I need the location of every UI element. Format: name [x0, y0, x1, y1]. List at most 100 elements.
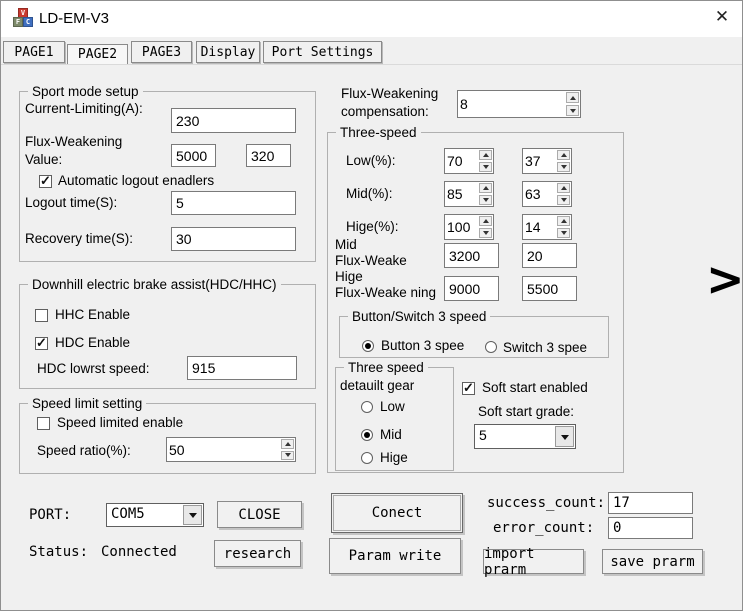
low-percent-label: Low(%): [346, 153, 396, 168]
spin-down-icon[interactable] [557, 228, 570, 238]
error-count-input[interactable] [608, 517, 693, 539]
hige-flux-label-line2: Flux-Weake ning [335, 285, 436, 300]
save-param-button[interactable]: save prarm [602, 549, 703, 574]
spin-up-icon[interactable] [479, 183, 492, 193]
recovery-time-label: Recovery time(S): [25, 231, 133, 246]
hige-percent-label: Hige(%): [346, 219, 399, 234]
mid-flux-input-1[interactable] [444, 243, 499, 268]
spin-down-icon[interactable] [557, 162, 570, 172]
import-param-button[interactable]: import prarm [483, 549, 584, 574]
panel-expander-icon[interactable]: > [706, 256, 743, 302]
flux-comp-spin-down-icon[interactable] [566, 105, 579, 116]
app-icon-block-f: F [13, 17, 23, 27]
group-sport-mode-caption: Sport mode setup [28, 84, 143, 99]
spin-up-icon[interactable] [479, 150, 492, 160]
flux-comp-label-line2: compensation: [341, 104, 429, 119]
hige-flux-input-1[interactable] [444, 276, 499, 301]
soft-start-grade-select[interactable]: 5 [474, 424, 576, 449]
button-3-speed-label: Button 3 spee [381, 338, 464, 353]
low-percent-spinner-1 [444, 148, 494, 174]
success-count-input[interactable] [608, 492, 693, 514]
research-button[interactable]: research [214, 540, 301, 567]
flux-weakening-value1-input[interactable] [171, 144, 216, 167]
soft-start-grade-value: 5 [479, 427, 487, 443]
group-three-speed-caption: Three-speed [336, 125, 421, 140]
tab-page2[interactable]: PAGE2 [67, 44, 128, 65]
speed-limited-enable-checkbox[interactable] [37, 417, 50, 430]
chevron-down-icon[interactable] [183, 505, 202, 525]
soft-start-enabled-checkbox[interactable] [462, 382, 475, 395]
spin-up-icon[interactable] [557, 216, 570, 226]
close-icon[interactable]: ✕ [701, 1, 743, 33]
low-percent-spinner-2 [522, 148, 572, 174]
app-window: V F C LD-EM-V3 ✕ PAGE1 PAGE2 PAGE3 Displ… [0, 0, 743, 611]
mid-percent-input-1[interactable] [445, 182, 478, 206]
spin-down-icon[interactable] [479, 162, 492, 172]
gear-hige-label: Hige [380, 450, 408, 465]
status-label: Status: [29, 544, 88, 560]
spin-down-icon[interactable] [479, 228, 492, 238]
spin-down-icon[interactable] [479, 195, 492, 205]
mid-percent-spinner-2 [522, 181, 572, 207]
speed-ratio-spinner [166, 437, 296, 462]
group-button-switch-3speed-caption: Button/Switch 3 speed [348, 309, 490, 324]
tab-display[interactable]: Display [196, 41, 260, 63]
window-title: LD-EM-V3 [39, 10, 109, 27]
gear-hige-radio[interactable] [361, 452, 373, 464]
mid-flux-input-2[interactable] [522, 243, 577, 268]
mid-percent-spinner-1 [444, 181, 494, 207]
hdc-enable-checkbox[interactable] [35, 337, 48, 350]
speed-ratio-spin-down-icon[interactable] [281, 451, 294, 461]
hige-percent-input-2[interactable] [523, 215, 556, 239]
flux-weakening-value-label-line1: Flux-Weakening [25, 134, 122, 149]
low-percent-input-1[interactable] [445, 149, 478, 173]
param-write-button[interactable]: Param write [329, 538, 461, 574]
hige-percent-input-1[interactable] [445, 215, 478, 239]
flux-comp-input[interactable] [458, 91, 565, 117]
speed-ratio-input[interactable] [167, 438, 280, 461]
port-select[interactable]: COM5 [106, 503, 204, 527]
button-3-speed-radio[interactable] [362, 340, 374, 352]
tab-port-settings[interactable]: Port Settings [263, 41, 382, 63]
auto-logout-checkbox[interactable] [39, 175, 52, 188]
current-limiting-input[interactable] [171, 108, 296, 133]
hige-flux-label-line1: Hige [335, 269, 363, 284]
gear-low-radio[interactable] [361, 401, 373, 413]
switch-3-speed-radio[interactable] [485, 341, 497, 353]
spin-up-icon[interactable] [557, 183, 570, 193]
default-gear-subtitle: detauilt gear [340, 378, 414, 393]
hhc-enable-checkbox[interactable] [35, 309, 48, 322]
hige-percent-spinner-1 [444, 214, 494, 240]
logout-time-input[interactable] [171, 191, 296, 215]
flux-comp-label-line1: Flux-Weakening [341, 86, 438, 101]
spin-up-icon[interactable] [479, 216, 492, 226]
current-limiting-label: Current-Limiting(A): [25, 101, 143, 116]
gear-mid-radio[interactable] [361, 429, 373, 441]
hhc-enable-label: HHC Enable [55, 307, 130, 322]
connect-button[interactable]: Conect [331, 493, 463, 533]
speed-ratio-spin-up-icon[interactable] [281, 439, 294, 449]
recovery-time-input[interactable] [171, 227, 296, 251]
spin-up-icon[interactable] [557, 150, 570, 160]
tab-strip-divider [1, 64, 742, 65]
app-icon-block-c: C [23, 17, 33, 27]
gear-low-label: Low [380, 399, 405, 414]
flux-weakening-value-label-line2: Value: [25, 152, 62, 167]
mid-flux-label-line2: Flux-Weake [335, 253, 407, 268]
speed-limited-enable-label: Speed limited enable [57, 415, 183, 430]
close-port-button[interactable]: CLOSE [217, 501, 302, 528]
title-bar: V F C LD-EM-V3 ✕ [1, 1, 742, 37]
hige-percent-spinner-2 [522, 214, 572, 240]
flux-weakening-value2-input[interactable] [246, 144, 291, 167]
tab-page1[interactable]: PAGE1 [3, 41, 65, 63]
tab-page3[interactable]: PAGE3 [131, 41, 192, 63]
status-value: Connected [101, 544, 177, 560]
spin-down-icon[interactable] [557, 195, 570, 205]
low-percent-input-2[interactable] [523, 149, 556, 173]
mid-percent-input-2[interactable] [523, 182, 556, 206]
hdc-lowest-speed-input[interactable] [187, 356, 297, 380]
chevron-down-icon[interactable] [555, 426, 574, 447]
switch-3-speed-label: Switch 3 spee [503, 340, 587, 355]
flux-comp-spin-up-icon[interactable] [566, 92, 579, 103]
hige-flux-input-2[interactable] [522, 276, 577, 301]
